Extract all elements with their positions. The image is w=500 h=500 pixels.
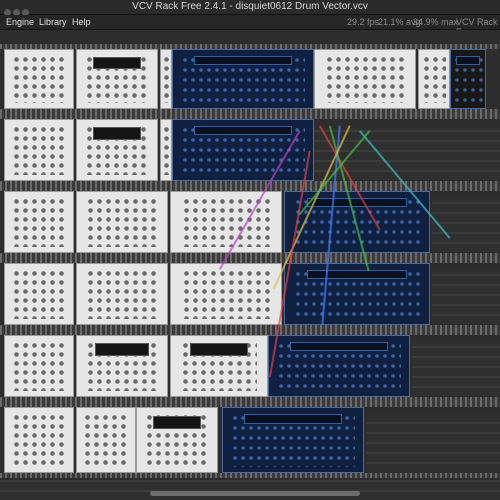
title-bar: VCV Rack Free 2.4.1 - disquiet0612 Drum … bbox=[0, 0, 500, 16]
rack-canvas[interactable] bbox=[0, 30, 500, 500]
horizontal-scrollbar[interactable] bbox=[150, 491, 360, 496]
mixer-module[interactable] bbox=[76, 49, 158, 109]
filter-module[interactable] bbox=[170, 263, 282, 325]
module-display bbox=[190, 343, 248, 356]
menu-help[interactable]: Help bbox=[72, 17, 91, 27]
utility-module[interactable] bbox=[160, 49, 172, 109]
mixer-module[interactable] bbox=[136, 407, 218, 473]
empty-rack-space bbox=[432, 270, 500, 324]
sequencer-module[interactable] bbox=[314, 49, 416, 109]
mixer-module[interactable] bbox=[76, 191, 168, 253]
utility-module[interactable] bbox=[160, 119, 172, 181]
drum-voice-module[interactable] bbox=[222, 407, 364, 473]
rack-row bbox=[0, 44, 500, 114]
rack-row bbox=[0, 186, 500, 258]
rack-row bbox=[0, 114, 500, 186]
module-display bbox=[93, 127, 141, 140]
gate-sequencer-module[interactable] bbox=[4, 191, 74, 253]
gate-sequencer-module[interactable] bbox=[4, 119, 74, 181]
gate-sequencer-module[interactable] bbox=[4, 49, 74, 109]
menu-engine[interactable]: Engine bbox=[6, 17, 34, 27]
module-display bbox=[93, 56, 141, 70]
empty-rack-space bbox=[366, 414, 500, 472]
cpu-max-readout: 34.9% max bbox=[413, 17, 459, 27]
menu-bar: Engine Library Help 29.2 fps 21.1% avg 3… bbox=[0, 15, 500, 37]
menu-library[interactable]: Library bbox=[39, 17, 67, 27]
rack-row bbox=[0, 402, 500, 478]
gate-sequencer-module[interactable] bbox=[4, 263, 74, 325]
drum-voice-module[interactable] bbox=[172, 49, 314, 109]
rack-row bbox=[0, 330, 500, 402]
module-display bbox=[95, 343, 149, 356]
window-title: VCV Rack Free 2.4.1 - disquiet0612 Drum … bbox=[132, 1, 368, 12]
rack-row bbox=[0, 258, 500, 330]
mixer-module[interactable] bbox=[170, 335, 268, 397]
gate-sequencer-module[interactable] bbox=[4, 407, 74, 473]
rack-rail bbox=[0, 473, 500, 478]
gate-sequencer-module[interactable] bbox=[4, 335, 74, 397]
drum-voice-module[interactable] bbox=[172, 119, 314, 181]
clock-module[interactable] bbox=[418, 49, 450, 109]
output-module[interactable] bbox=[450, 49, 486, 109]
mixer-module[interactable] bbox=[76, 407, 136, 473]
empty-rack-space bbox=[432, 198, 500, 252]
drum-voice-module[interactable] bbox=[268, 335, 410, 397]
module-display bbox=[153, 415, 201, 430]
fps-readout: 29.2 fps bbox=[347, 17, 380, 27]
empty-rack-space bbox=[0, 480, 500, 500]
filter-module[interactable] bbox=[170, 191, 282, 253]
mixer-module[interactable] bbox=[76, 263, 168, 325]
mixer-module[interactable] bbox=[76, 335, 168, 397]
empty-rack-space bbox=[412, 342, 500, 396]
mixer-module[interactable] bbox=[76, 119, 158, 181]
drum-voice-module[interactable] bbox=[284, 263, 430, 325]
